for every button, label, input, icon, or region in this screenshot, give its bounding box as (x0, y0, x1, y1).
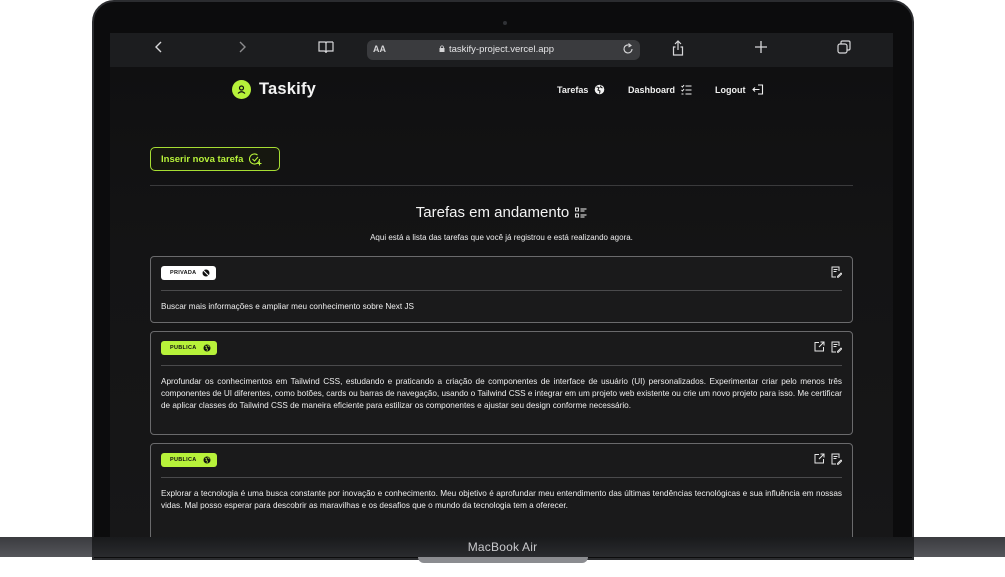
section-subtitle: Aqui está a lista das tarefas que você j… (370, 233, 633, 242)
private-globe-icon (202, 269, 210, 277)
insert-task-label: Inserir nova tarefa (161, 153, 244, 165)
camera-dot (503, 21, 507, 25)
forward-icon[interactable] (237, 40, 247, 54)
task-description: Aprofundar os conhecimentos em Tailwind … (161, 377, 842, 411)
task-card-header: PUBLICA (161, 444, 842, 478)
edit-task-icon[interactable] (831, 453, 842, 465)
device-label: MacBook Air (467, 540, 538, 554)
visibility-label: PRIVADA (170, 270, 197, 276)
section-title-text: Tarefas em andamento (415, 204, 570, 221)
task-actions (814, 341, 842, 353)
nav-dashboard[interactable]: Dashboard (628, 84, 692, 95)
insert-task-button[interactable]: Inserir nova tarefa (150, 147, 280, 171)
edit-task-icon[interactable] (831, 266, 842, 278)
task-actions (814, 453, 842, 465)
visibility-label: PUBLICA (170, 457, 197, 463)
task-description: Explorar a tecnologia é uma busca consta… (161, 489, 842, 511)
new-tab-icon[interactable] (755, 40, 767, 54)
url-text: taskify-project.vercel.app (449, 44, 555, 55)
edit-task-icon[interactable] (831, 341, 842, 353)
visibility-label: PUBLICA (170, 345, 197, 351)
task-card-header: PUBLICA (161, 332, 842, 366)
text-size-button[interactable]: AA (373, 44, 386, 54)
back-icon[interactable] (154, 40, 164, 54)
task-card: PUBLICA Explorar a tecnologia é uma busc… (150, 443, 853, 537)
task-actions (831, 266, 842, 278)
logo[interactable]: Taskify (232, 80, 316, 99)
open-external-icon[interactable] (814, 341, 825, 353)
nav-tarefas-label: Tarefas (557, 84, 589, 95)
brand-name: Taskify (259, 80, 317, 98)
bookmarks-icon[interactable] (318, 40, 334, 54)
screen: AA taskify-project.vercel.app Taskify Ta… (110, 33, 893, 537)
section-title: Tarefas em andamento (110, 204, 893, 221)
browser-toolbar: AA taskify-project.vercel.app (110, 33, 893, 67)
task-card-header: PRIVADA (161, 257, 842, 291)
reload-icon[interactable] (622, 42, 634, 56)
lock-icon (439, 45, 445, 52)
logout-icon (751, 84, 764, 95)
list-icon (575, 207, 587, 219)
nav-dashboard-label: Dashboard (628, 84, 676, 95)
public-globe-icon (203, 344, 211, 352)
checklist-icon (681, 84, 692, 95)
public-globe-icon (203, 456, 211, 464)
divider (150, 185, 853, 186)
tabs-icon[interactable] (837, 40, 851, 54)
visibility-tag-private: PRIVADA (161, 266, 217, 280)
task-description: Buscar mais informações e ampliar meu co… (161, 302, 415, 311)
nav-tarefas[interactable]: Tarefas (557, 84, 605, 95)
address-bar[interactable]: AA taskify-project.vercel.app (367, 40, 640, 60)
task-card: PUBLICA Aprofundar os conhecimentos em T… (150, 331, 853, 435)
visibility-tag-public: PUBLICA (161, 341, 217, 355)
add-task-icon (249, 152, 262, 166)
nav-logout[interactable]: Logout (715, 84, 764, 95)
taskify-page: Taskify Tarefas Dashboard Logout Inserir… (110, 67, 893, 537)
task-card: PRIVADA Buscar mais informações e amplia… (150, 256, 853, 323)
nav-logout-label: Logout (715, 84, 746, 95)
visibility-tag-public: PUBLICA (161, 453, 217, 467)
globe-icon (594, 84, 605, 95)
share-icon[interactable] (672, 40, 684, 56)
logo-icon (232, 80, 251, 99)
laptop-notch (418, 557, 588, 563)
open-external-icon[interactable] (814, 453, 825, 465)
